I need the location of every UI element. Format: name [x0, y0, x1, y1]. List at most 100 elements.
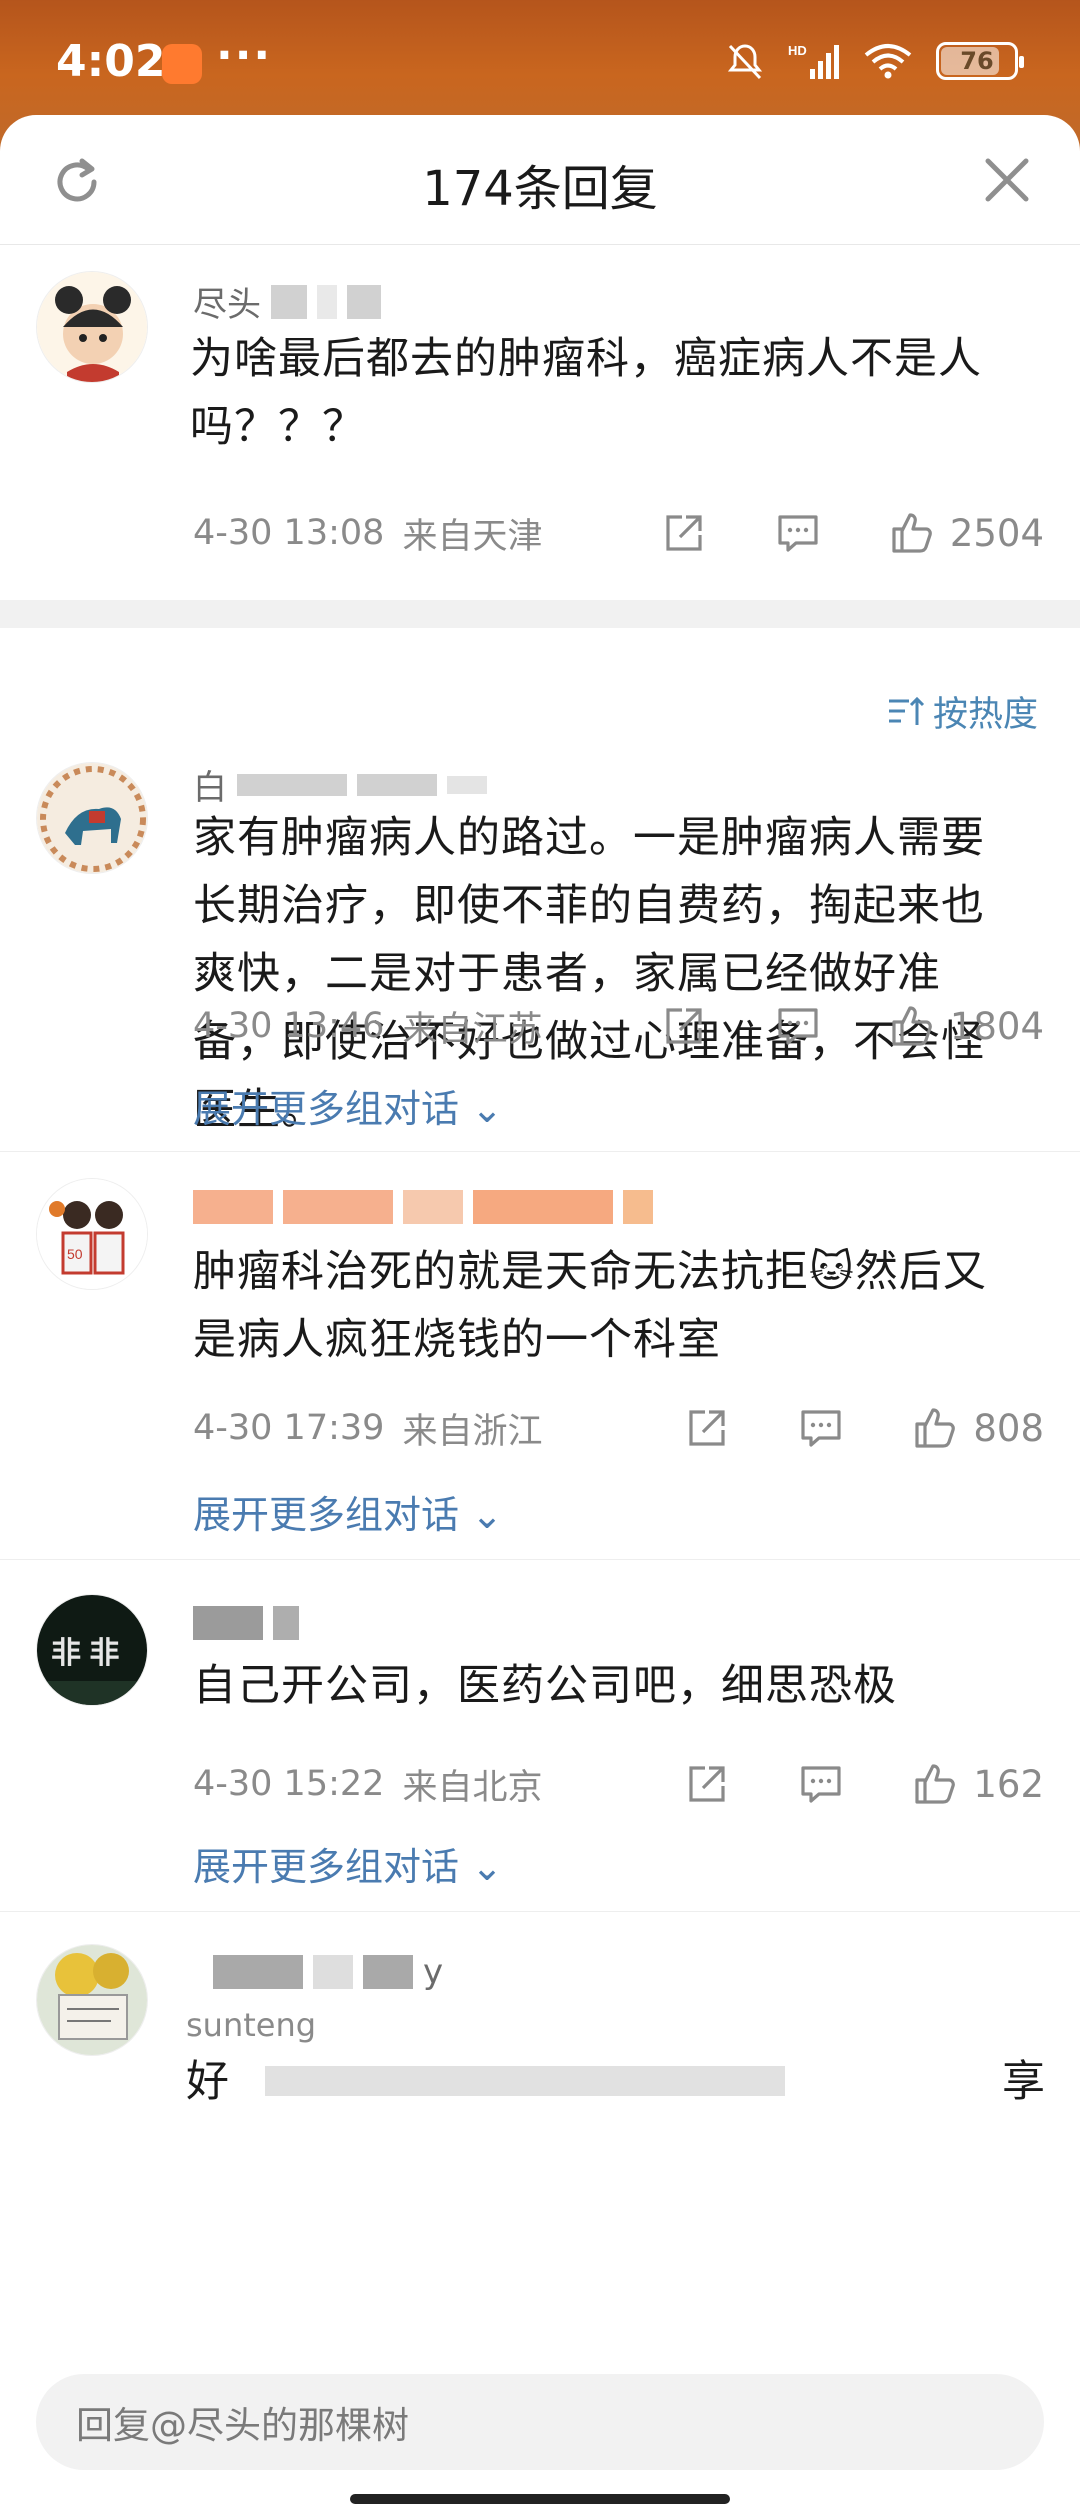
redacted-name	[237, 773, 347, 796]
expand-label: 展开更多组对话	[193, 1845, 460, 1889]
share-icon[interactable]	[683, 1404, 731, 1452]
username[interactable]: y	[213, 1952, 443, 1992]
username[interactable]	[193, 1606, 299, 1640]
comment-line: 是病人疯狂烧钱的一个科室	[193, 1315, 721, 1365]
share-icon[interactable]	[660, 509, 708, 557]
comment-line: 为啥最后都去的肿瘤科，癌症病人不是人	[190, 334, 982, 384]
chevron-down-icon: ⌄	[459, 1087, 503, 1131]
avatar[interactable]: 50	[36, 1178, 148, 1290]
more-notifications-icon: ···	[216, 30, 273, 81]
reply-input[interactable]: 回复@尽头的那棵树	[36, 2374, 1044, 2470]
list-item: 50 肿瘤科治死的就是天命无法抗拒🐱然后又 是病人疯狂烧钱的一个科室 4-30 …	[0, 1152, 1080, 1560]
redacted-name	[347, 284, 381, 319]
username[interactable]: 尽头	[193, 277, 381, 326]
username-text: 尽头	[193, 285, 261, 325]
status-icons: HD 76	[724, 40, 1024, 82]
svg-text:50: 50	[67, 1246, 83, 1262]
battery-level: 76	[960, 47, 994, 75]
section-divider	[0, 600, 1080, 628]
comment-text: 自己开公司，医药公司吧，细思恐极	[193, 1652, 897, 1720]
comment-text: 肿瘤科治死的就是天命无法抗拒🐱然后又 是病人疯狂烧钱的一个科室	[193, 1238, 987, 1374]
sort-icon	[888, 696, 925, 725]
expand-label: 展开更多组对话	[193, 1493, 460, 1537]
battery-icon: 76	[936, 42, 1024, 80]
chevron-down-icon: ⌄	[459, 1845, 503, 1889]
comment-time: 4-30 13:08	[193, 513, 385, 553]
like-count: 162	[973, 1762, 1044, 1806]
like-count: 808	[973, 1406, 1044, 1450]
avatar[interactable]: 非 非	[36, 1594, 148, 1706]
comment-location: 来自北京	[402, 1767, 543, 1808]
like-button[interactable]: 2504	[888, 509, 1044, 557]
mute-icon	[727, 44, 763, 80]
like-button[interactable]: 1804	[888, 1002, 1044, 1050]
comment-icon[interactable]	[774, 509, 822, 557]
expand-more-link[interactable]: 展开更多组对话 ⌄	[193, 1078, 503, 1133]
avatar[interactable]	[36, 762, 148, 874]
comment-meta: 4-30 13:08 来自天津 2504	[193, 507, 1044, 559]
svg-text:HD: HD	[788, 43, 807, 58]
like-count: 2504	[949, 511, 1044, 555]
redacted-name	[271, 284, 307, 319]
comment-actions: 2504	[660, 509, 1044, 557]
comment-line: 吗？？？	[190, 402, 366, 452]
avatar[interactable]	[36, 1944, 148, 2056]
redacted-name	[193, 1190, 273, 1224]
comment-text: 为啥最后都去的肿瘤科，癌症病人不是人 吗？？？	[190, 325, 982, 461]
comment-icon[interactable]	[797, 1404, 845, 1452]
sort-button[interactable]: 按热度	[887, 686, 1038, 737]
comment-location: 来自天津	[402, 516, 543, 557]
redacted-name	[317, 284, 337, 319]
username[interactable]	[193, 1190, 653, 1224]
redacted-name	[213, 1955, 303, 1989]
redacted-name	[313, 1955, 353, 1989]
redacted-text	[264, 2066, 785, 2096]
chevron-down-icon: ⌄	[459, 1493, 503, 1537]
redacted-name	[357, 773, 437, 796]
redacted-name	[403, 1190, 463, 1224]
home-indicator[interactable]	[350, 2494, 730, 2504]
comment-icon[interactable]	[774, 1002, 822, 1050]
sort-bar: 按热度	[0, 628, 1080, 738]
comment-actions: 808	[683, 1404, 1044, 1452]
close-icon[interactable]	[982, 155, 1032, 205]
thumbs-up-icon	[892, 513, 932, 553]
redacted-name	[363, 1955, 413, 1989]
avatar[interactable]	[36, 271, 148, 383]
wifi-icon	[864, 44, 912, 79]
comment-line: 长期治疗，即使不菲的自费药，掏起来也	[193, 881, 985, 931]
comment-line: 自己开公司，医药公司吧，细思恐极	[193, 1661, 897, 1711]
comment-line: 家有肿瘤病人的路过。一是肿瘤病人需要	[193, 813, 985, 863]
comment-line: 好	[186, 2057, 230, 2107]
user-subname: sunteng	[186, 2006, 317, 2044]
like-button[interactable]: 162	[911, 1760, 1044, 1808]
redacted-name	[473, 1190, 613, 1224]
username-text: 白	[193, 768, 227, 808]
username-text: y	[423, 1952, 444, 1992]
replies-sheet: 174条回复 尽头 为啥最后都去的肿瘤科，癌症病人不是人 吗？？？ 4-30 1…	[0, 115, 1080, 2520]
comment-actions: 1804	[660, 1002, 1044, 1050]
redacted-name	[283, 1190, 393, 1224]
comment-text: 好 享	[186, 2048, 1046, 2116]
comment-icon[interactable]	[797, 1760, 845, 1808]
expand-more-link[interactable]: 展开更多组对话 ⌄	[193, 1484, 503, 1539]
list-item: 非 非 自己开公司，医药公司吧，细思恐极 4-30 15:22 来自北京 162…	[0, 1560, 1080, 1912]
redacted-name	[193, 1606, 263, 1640]
expand-label: 展开更多组对话	[193, 1087, 460, 1131]
share-icon[interactable]	[683, 1760, 731, 1808]
svg-text:非 非: 非 非	[51, 1637, 119, 1670]
sheet-header: 174条回复	[0, 115, 1080, 245]
username[interactable]: 白	[193, 760, 487, 809]
like-button[interactable]: 808	[911, 1404, 1044, 1452]
expand-more-link[interactable]: 展开更多组对话 ⌄	[193, 1836, 503, 1891]
thumbs-up-icon	[915, 1764, 956, 1804]
signal-icon: HD	[788, 43, 839, 79]
root-comment: 尽头 为啥最后都去的肿瘤科，癌症病人不是人 吗？？？ 4-30 13:08 来自…	[0, 245, 1080, 600]
share-icon[interactable]	[660, 1002, 708, 1050]
redacted-name	[623, 1190, 653, 1224]
sheet-title: 174条回复	[422, 161, 658, 217]
comment-meta: 4-30 15:22 来自北京 162	[193, 1758, 1044, 1810]
like-count: 1804	[949, 1004, 1044, 1048]
status-bar: 4:02 ··· HD 76	[0, 0, 1080, 120]
app-notification-icon	[162, 44, 202, 84]
